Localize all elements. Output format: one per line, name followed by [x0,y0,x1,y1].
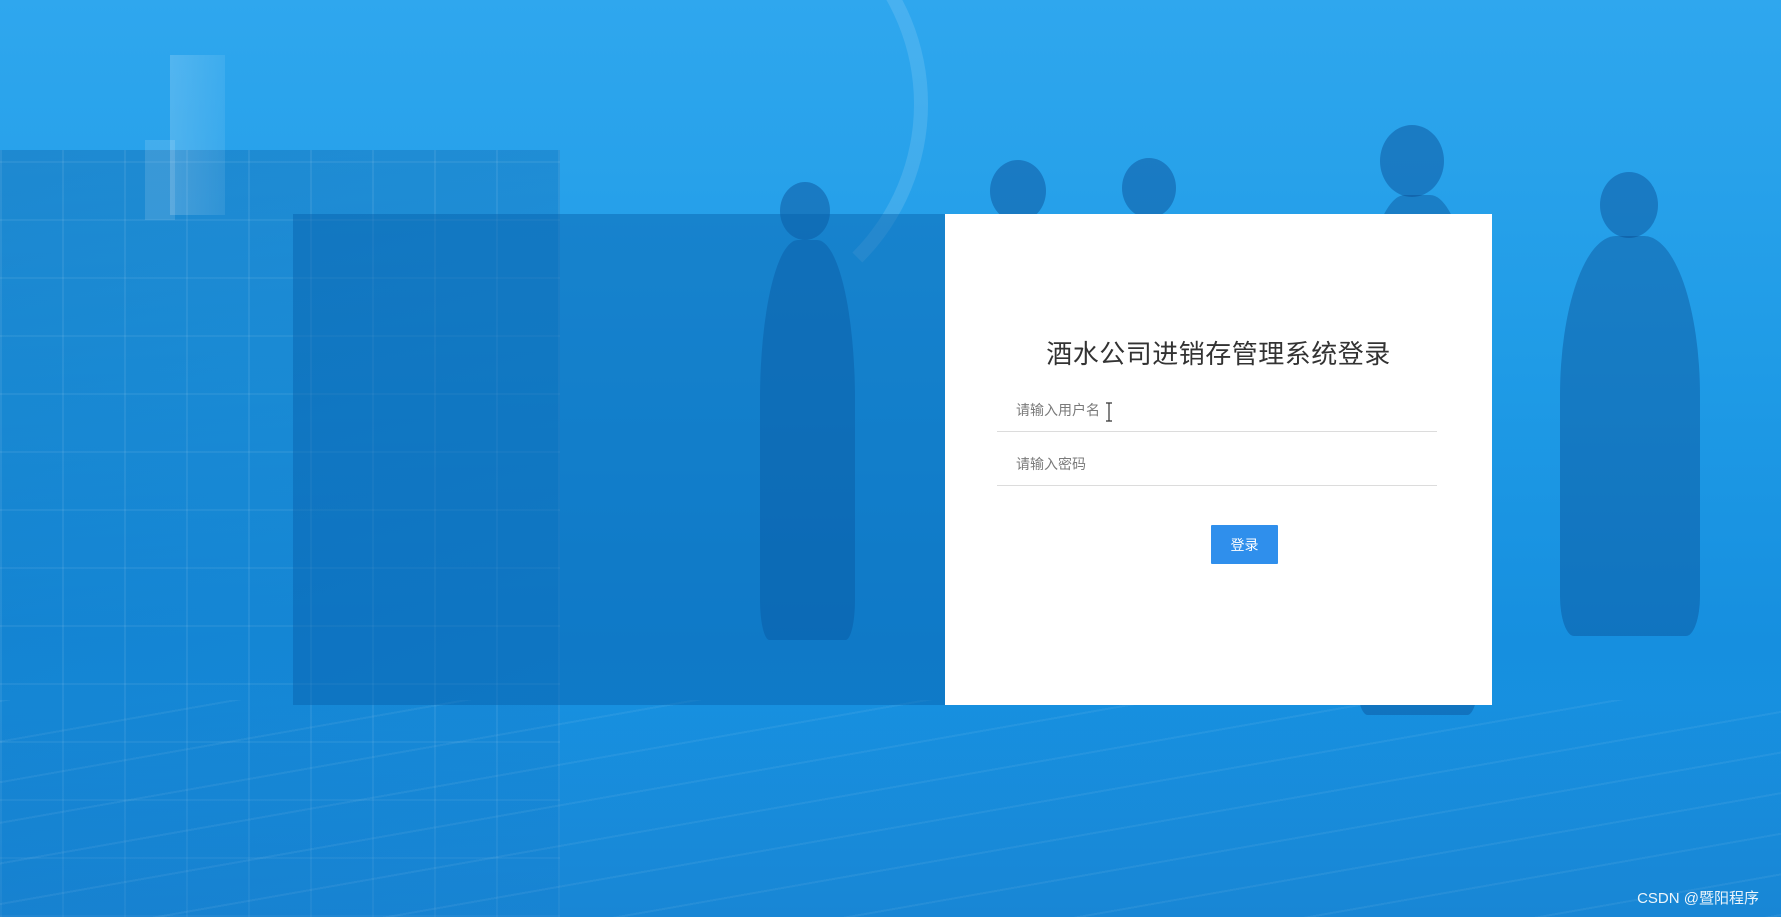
password-field [997,445,1437,486]
watermark: CSDN @暨阳程序 [1637,890,1759,907]
login-card: 酒水公司进销存管理系统登录 登录 [945,214,1492,705]
background-tower [170,55,225,215]
username-input[interactable] [997,391,1437,431]
login-title: 酒水公司进销存管理系统登录 [1046,340,1391,370]
login-side-panel [293,214,945,705]
silhouette-head [1122,158,1176,218]
username-field [997,391,1437,432]
silhouette-head [990,160,1046,222]
background-tower-small [145,140,175,220]
login-button[interactable]: 登录 [1211,525,1278,564]
password-input[interactable] [997,445,1437,485]
silhouette-person [1560,236,1700,636]
silhouette-head [1600,172,1658,238]
background-floor [0,700,1781,917]
login-page: 酒水公司进销存管理系统登录 登录 CSDN @暨阳程序 [0,0,1781,917]
silhouette-head [1380,125,1444,197]
